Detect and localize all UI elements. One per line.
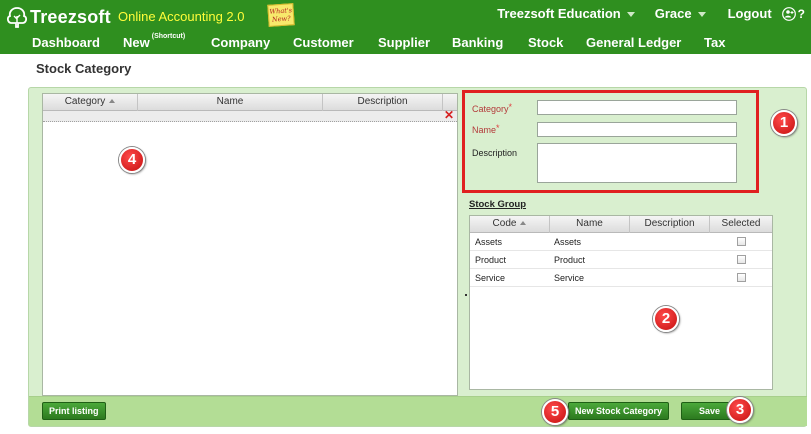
col-label: Selected — [721, 218, 761, 229]
description-label: Description — [472, 148, 518, 158]
label-text: Name — [472, 125, 497, 135]
selected-checkbox[interactable] — [736, 273, 746, 282]
name-input[interactable] — [537, 122, 737, 137]
category-grid[interactable]: Category Name Description ✕ — [42, 93, 458, 396]
print-listing-button[interactable]: Print listing — [42, 402, 106, 420]
app-subtitle: Online Accounting 2.0 — [118, 9, 245, 24]
annotation-badge-5: 5 — [542, 399, 568, 425]
name-label: Name* — [472, 123, 500, 135]
sort-up-icon — [520, 221, 527, 226]
stock-group-header: Code Name Description Selected — [470, 216, 772, 233]
row-selected — [710, 255, 772, 264]
nav-label: Company — [211, 35, 271, 50]
nav-general-ledger[interactable]: General Ledger — [586, 35, 681, 50]
col-description[interactable]: Description — [630, 216, 710, 233]
col-code[interactable]: Code — [470, 216, 550, 233]
whats-new-note[interactable]: What's New? — [267, 3, 295, 27]
category-label: Category* — [472, 102, 513, 114]
category-grid-header: Category Name Description — [43, 94, 457, 111]
main-nav: Dashboard New (Shortcut) Company Customer… — [0, 32, 811, 54]
annotation-badge-1: 1 — [771, 110, 797, 136]
row-code: Product — [475, 254, 507, 265]
col-label: Category — [64, 96, 106, 107]
chevron-down-icon — [626, 12, 635, 17]
description-textarea[interactable] — [537, 143, 737, 183]
annotation-badge-3: 3 — [727, 397, 753, 423]
nav-supplier[interactable]: Supplier — [378, 35, 430, 50]
nav-label: Stock — [528, 35, 564, 50]
nav-label: New — [123, 35, 150, 50]
label-text: Category — [472, 104, 509, 114]
stock-group-grid[interactable]: Code Name Description Selected Assets As… — [469, 215, 773, 390]
annotation-badge-4: 4 — [119, 147, 145, 173]
annotation-badge-2: 2 — [653, 306, 679, 332]
col-label: Name — [216, 96, 244, 107]
col-selected[interactable]: Selected — [710, 216, 772, 233]
col-label: Name — [576, 218, 603, 229]
organization-label: Treezsoft Education — [497, 6, 621, 21]
required-mark: * — [508, 102, 513, 112]
nav-label: General Ledger — [586, 35, 682, 50]
col-description[interactable]: Description — [323, 94, 443, 111]
table-row[interactable]: Product Product — [470, 251, 772, 269]
nav-banking[interactable]: Banking — [452, 35, 503, 50]
user-menu: Treezsoft Education Grace Logout ? — [497, 6, 805, 21]
nav-stock[interactable]: Stock — [528, 35, 563, 50]
nav-sup: (Shortcut) — [151, 33, 186, 40]
chevron-down-icon — [697, 12, 706, 17]
required-mark: * — [496, 123, 500, 133]
tree-icon — [6, 7, 28, 28]
row-name: Assets — [554, 236, 582, 247]
nav-customer[interactable]: Customer — [293, 35, 354, 50]
row-code: Assets — [475, 236, 503, 247]
top-header: Treezsoft Online Accounting 2.0 What's N… — [0, 0, 811, 54]
organization-menu[interactable]: Treezsoft Education — [497, 6, 635, 21]
nav-label: Supplier — [378, 35, 431, 50]
page-title: Stock Category — [36, 61, 132, 76]
nav-label: Banking — [452, 35, 504, 50]
col-label: Description — [644, 218, 695, 229]
help-icon[interactable]: ? — [798, 7, 805, 21]
category-input[interactable] — [537, 100, 737, 115]
nav-new[interactable]: New (Shortcut) — [123, 33, 186, 50]
close-icon[interactable]: ✕ — [444, 108, 454, 122]
row-name: Product — [554, 254, 586, 265]
row-selected — [710, 273, 772, 282]
logo[interactable]: Treezsoft — [6, 6, 111, 28]
nav-label: Tax — [704, 35, 726, 50]
stock-group-title: Stock Group — [469, 199, 527, 210]
table-row[interactable]: Service Service — [470, 269, 772, 287]
nav-label: Dashboard — [32, 35, 100, 50]
nav-company[interactable]: Company — [211, 35, 270, 50]
table-row[interactable]: Assets Assets — [470, 233, 772, 251]
nav-tax[interactable]: Tax — [704, 35, 725, 50]
col-label: Description — [357, 96, 408, 107]
row-name: Service — [554, 272, 585, 283]
filter-row[interactable]: ✕ — [43, 108, 457, 122]
user-dropdown[interactable]: Grace — [655, 6, 706, 21]
new-stock-category-button[interactable]: New Stock Category — [568, 402, 670, 420]
col-category[interactable]: Category — [43, 94, 138, 111]
user-name: Grace — [654, 6, 692, 21]
row-selected — [710, 237, 772, 246]
selected-checkbox[interactable] — [736, 237, 746, 246]
splitter-dot — [465, 294, 467, 296]
col-name[interactable]: Name — [138, 94, 323, 111]
row-code: Service — [475, 272, 506, 283]
logo-text: Treezsoft — [30, 6, 111, 27]
logout-link[interactable]: Logout — [728, 6, 772, 21]
nav-label: Customer — [293, 35, 354, 50]
nav-dashboard[interactable]: Dashboard — [32, 35, 100, 50]
user-add-icon[interactable] — [781, 6, 796, 21]
col-label: Code — [492, 218, 517, 229]
sort-up-icon — [109, 99, 116, 104]
selected-checkbox[interactable] — [736, 255, 746, 264]
col-name[interactable]: Name — [550, 216, 630, 233]
